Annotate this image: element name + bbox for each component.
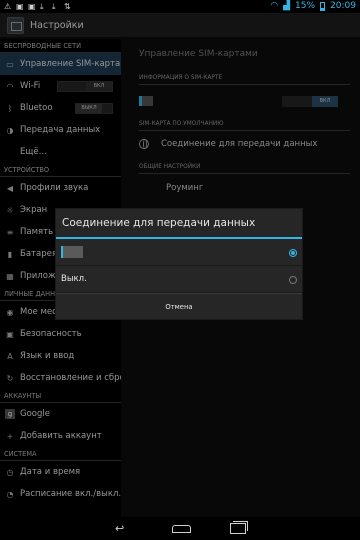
warning-icon: ⚠ — [4, 2, 12, 11]
upload-icon: ⇅ — [64, 2, 71, 11]
recent-apps-icon[interactable] — [230, 521, 248, 534]
battery-icon — [320, 1, 326, 11]
home-icon[interactable] — [172, 525, 191, 533]
battery-percent: 15% — [295, 1, 316, 11]
back-icon[interactable]: ↩ — [115, 522, 124, 535]
cancel-button[interactable]: Отмена — [56, 294, 302, 320]
sim-card-icon — [61, 246, 83, 258]
notification-icons: ⚠ ▣ ▣ ⤓ ⤓ ⇅ — [4, 2, 72, 11]
image-icon: ▣ — [16, 2, 24, 11]
dialog-option-sim[interactable] — [56, 239, 302, 266]
status-bar: ⚠ ▣ ▣ ⤓ ⤓ ⇅ ◠ ▟ 15% 20:09 — [0, 0, 360, 13]
mobile-signal-icon: ▟ — [283, 1, 291, 11]
option-label: Выкл. — [61, 274, 87, 284]
radio-button-unchecked[interactable] — [289, 276, 297, 284]
wifi-signal-icon: ◠ — [270, 1, 279, 11]
dialog-option-off[interactable]: Выкл. — [56, 266, 302, 293]
data-connection-dialog: Соединение для передачи данных Выкл. Отм… — [55, 208, 303, 320]
download-icon: ⤓ — [40, 2, 44, 11]
image-icon: ▣ — [28, 2, 36, 11]
clock-time: 20:09 — [330, 1, 356, 11]
download-icon: ⤓ — [52, 2, 56, 11]
radio-button-checked[interactable] — [289, 249, 297, 257]
dialog-title: Соединение для передачи данных — [62, 217, 256, 229]
system-indicators: ◠ ▟ 15% 20:09 — [270, 1, 356, 11]
navigation-bar: ↩ — [0, 517, 360, 540]
